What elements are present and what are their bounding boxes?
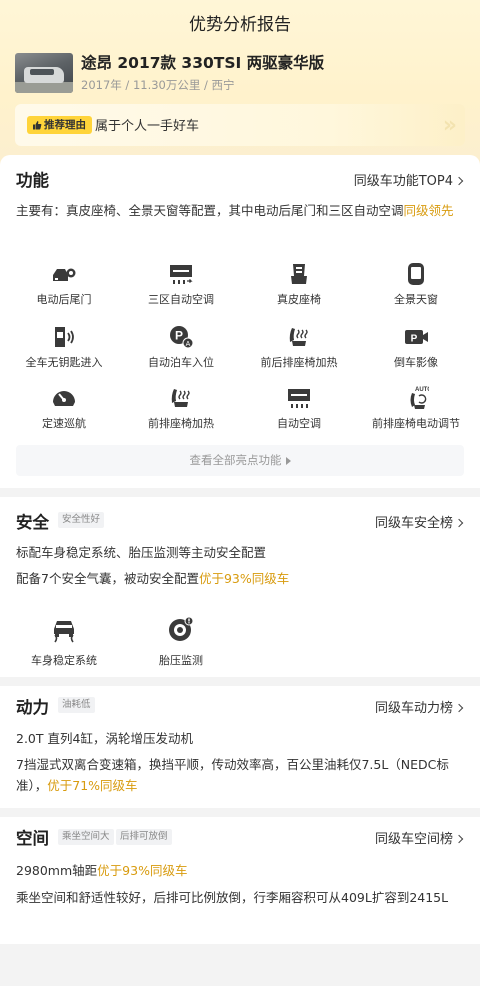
double-arrow-icon: ›› [442,113,457,138]
safety-feature-item[interactable]: 车身稳定系统 [14,615,114,668]
feature-label: 定速巡航 [42,417,86,430]
safety-feature-label: 胎压监测 [159,654,203,667]
feature-label: 全景天窗 [394,293,438,306]
space-ranking-link[interactable]: 同级车空间榜 [375,828,464,847]
function-description: 主要有：真皮座椅、全景天窗等配置，其中电动后尾门和三区自动空调同级领先 [16,203,454,218]
caret-right-icon [285,456,291,465]
feature-label: 三区自动空调 [148,293,214,306]
feature-label: 前排座椅加热 [148,417,214,430]
feature-item[interactable]: P 倒车影像 [356,324,476,370]
car-name: 途昂 2017款 330TSI 两驱豪华版 [81,54,325,72]
safety-feature-label: 车身稳定系统 [31,654,97,667]
stability-control-icon [54,621,74,643]
svg-text:P: P [175,329,183,343]
feature-item[interactable]: 电动后尾门 [4,261,124,307]
feature-item[interactable]: 全车无钥匙进入 [4,324,124,370]
feature-label: 前排座椅电动调节 [372,417,460,430]
svg-text:AUTO: AUTO [415,387,429,393]
recommend-reason-bar: 推荐理由 属于个人一手好车 ›› [15,104,465,146]
space-line-2: 乘坐空间和舒适性较好，后排可比例放倒，行李厢容积可从409L扩容到2415L [16,890,449,905]
front-seat-heating-icon [171,389,190,407]
space-tag: 乘坐空间大 [58,829,114,845]
space-title: 空间 [16,829,49,848]
feature-label: 前后排座椅加热 [260,356,338,369]
reverse-camera-icon: P [405,330,428,345]
space-section: 空间 乘坐空间大 后排可放倒 同级车空间榜 2980mm轴距优于93%同级车 乘… [0,817,480,944]
safety-tag: 安全性好 [58,512,105,528]
safety-line-2: 配备7个安全气囊，被动安全配置优于93%同级车 [16,571,290,586]
safety-section: 安全 安全性好 同级车安全榜 标配车身稳定系统、胎压监测等主动安全配置 配备7个… [0,497,480,677]
feature-item[interactable]: AUTO 前排座椅电动调节 [356,385,476,431]
auto-parking-icon: P A [170,326,194,349]
feature-label: 自动泊车入位 [148,356,214,369]
feature-item[interactable]: 真皮座椅 [239,261,359,307]
tire-pressure-icon [169,616,194,641]
cruise-control-icon [53,391,75,406]
feature-item[interactable]: 三区自动空调 [121,261,241,307]
feature-label: 倒车影像 [394,356,438,369]
chevron-right-icon [454,703,464,713]
power-section: 动力 油耗低 同级车动力榜 2.0T 直列4缸，涡轮增压发动机 7挡湿式双离合变… [0,686,480,808]
leather-seat-icon [291,264,307,284]
safety-ranking-link[interactable]: 同级车安全榜 [375,512,464,531]
seat-heating-icon [289,328,308,346]
keyless-entry-icon [55,327,74,347]
feature-label: 全车无钥匙进入 [25,356,103,369]
car-meta: 2017年 / 11.30万公里 / 西宁 [81,78,235,92]
safety-title: 安全 [16,513,49,532]
feature-item[interactable]: 定速巡航 [4,385,124,431]
power-line-1: 2.0T 直列4缸，涡轮增压发动机 [16,731,193,746]
car-thumbnail[interactable] [15,53,73,93]
feature-item[interactable]: 全景天窗 [356,261,476,307]
function-title: 功能 [16,171,49,190]
function-top4-link[interactable]: 同级车功能TOP4 [354,170,464,189]
space-line-1: 2980mm轴距优于93%同级车 [16,863,188,878]
power-seat-icon: AUTO [410,387,429,409]
power-tailgate-icon [53,268,76,281]
chevron-right-icon [454,176,464,186]
recommend-badge: 推荐理由 [27,116,92,134]
feature-label: 真皮座椅 [277,293,321,306]
recommend-reason-text: 属于个人一手好车 [95,119,200,134]
power-title: 动力 [16,698,49,717]
view-all-features-button[interactable]: 查看全部亮点功能 [16,445,464,476]
panoramic-sunroof-icon [408,263,424,285]
feature-item[interactable]: 前后排座椅加热 [239,324,359,370]
auto-ac-icon [170,265,193,284]
function-section: 功能 同级车功能TOP4 主要有：真皮座椅、全景天窗等配置，其中电动后尾门和三区… [0,155,480,488]
safety-line-1: 标配车身稳定系统、胎压监测等主动安全配置 [16,545,267,560]
space-tag: 后排可放倒 [116,829,172,845]
svg-text:A: A [186,341,191,348]
feature-item[interactable]: 自动空调 [239,385,359,431]
auto-ac-icon [288,389,310,408]
page-title: 优势分析报告 [189,15,291,35]
power-line-2: 7挡湿式双离合变速箱，换挡平顺，传动效率高，百公里油耗仅7.5L（NEDC标准）… [16,757,449,793]
safety-feature-item[interactable]: 胎压监测 [131,615,231,668]
chevron-right-icon [454,834,464,844]
power-ranking-link[interactable]: 同级车动力榜 [375,697,464,716]
recommend-badge-label: 推荐理由 [44,119,86,131]
thumbs-up-icon [33,121,42,130]
power-tag: 油耗低 [58,697,95,713]
svg-text:P: P [411,334,418,345]
feature-label: 自动空调 [277,417,321,430]
feature-label: 电动后尾门 [36,293,92,306]
feature-item[interactable]: 前排座椅加热 [121,385,241,431]
chevron-right-icon [454,518,464,528]
feature-item[interactable]: P A 自动泊车入位 [121,324,241,370]
